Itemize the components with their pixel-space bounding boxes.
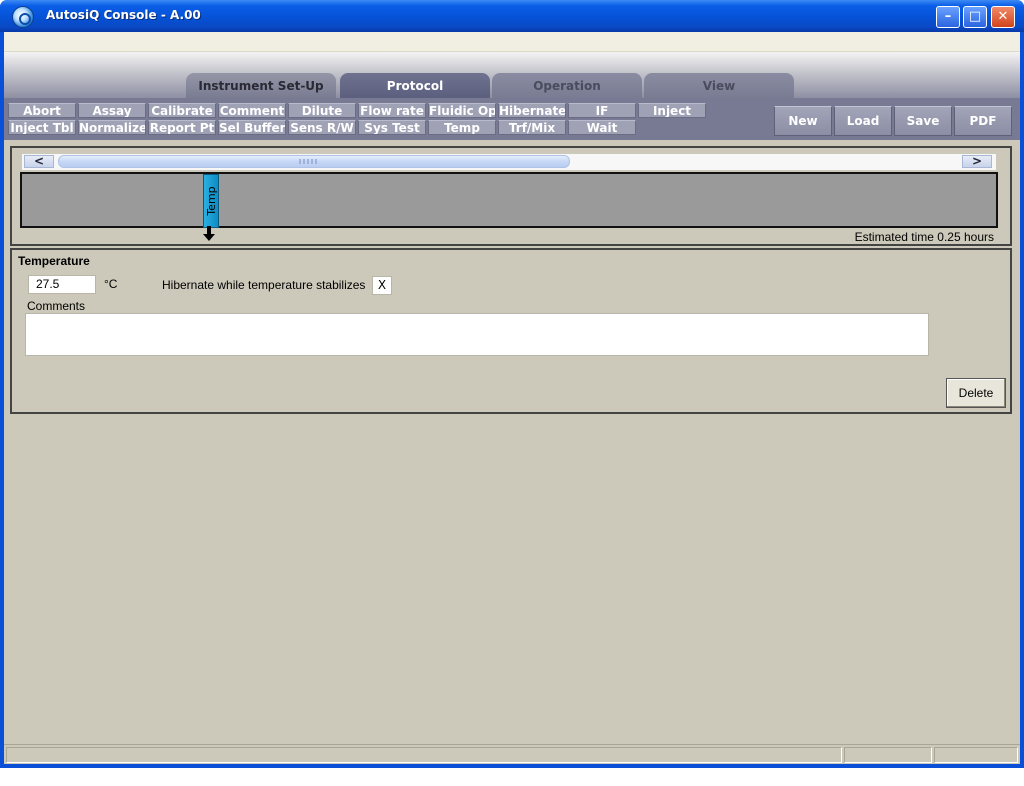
hibernate-label: Hibernate while temperature stabilizes <box>162 278 366 292</box>
tab-operation[interactable]: Operation <box>492 73 642 100</box>
command-bar: Abort Assay Calibrate Comment Dilute Flo… <box>4 98 1020 140</box>
new-button[interactable]: New <box>774 106 832 136</box>
tab-instrument-setup[interactable]: Instrument Set-Up <box>186 73 336 100</box>
hibernate-checkbox[interactable]: X <box>372 276 392 295</box>
tab-bar: Instrument Set-Up Protocol Operation Vie… <box>4 52 1020 100</box>
cmd-report-pt-button[interactable]: Report Pt <box>148 120 216 135</box>
cmd-calibrate-button[interactable]: Calibrate <box>148 103 216 118</box>
position-marker-arrow-icon <box>203 226 217 242</box>
tab-protocol[interactable]: Protocol <box>340 73 490 100</box>
menu-strip <box>4 32 1020 52</box>
thumb-grip-icon <box>299 159 319 164</box>
cmd-temp-button[interactable]: Temp <box>428 120 496 135</box>
close-button[interactable]: ✕ <box>991 6 1015 28</box>
timeline-step-temp[interactable]: Temp <box>203 174 219 228</box>
cmd-abort-button[interactable]: Abort <box>8 103 76 118</box>
tab-view[interactable]: View <box>644 73 794 100</box>
minimize-button[interactable]: – <box>936 6 960 28</box>
cmd-inject-button[interactable]: Inject <box>638 103 706 118</box>
comments-field[interactable] <box>25 313 929 356</box>
timeline-step-label: Temp <box>205 186 218 216</box>
app-window: AutosiQ Console - A.00 – □ ✕ Instrument … <box>0 0 1024 768</box>
cmd-normalize-button[interactable]: Normalize <box>78 120 146 135</box>
panel-title: Temperature <box>18 254 90 268</box>
status-cell-main <box>6 747 842 763</box>
cmd-hibernate-button[interactable]: Hibernate <box>498 103 566 118</box>
cmd-sens-rw-button[interactable]: Sens R/W <box>288 120 356 135</box>
step-detail-panel: Temperature 27.5 °C Hibernate while temp… <box>10 248 1012 414</box>
status-bar <box>4 744 1020 764</box>
timeline-panel: < > Temp Estimated time 0.25 hours <box>10 146 1012 246</box>
cmd-wait-button[interactable]: Wait <box>568 120 636 135</box>
status-cell-2 <box>844 747 932 763</box>
cmd-sel-buffer-button[interactable]: Sel Buffer <box>218 120 286 135</box>
save-button[interactable]: Save <box>894 106 952 136</box>
temperature-input[interactable]: 27.5 <box>28 275 96 294</box>
cmd-dilute-button[interactable]: Dilute <box>288 103 356 118</box>
cmd-sys-test-button[interactable]: Sys Test <box>358 120 426 135</box>
cmd-fluidic-op-button[interactable]: Fluidic Op <box>428 103 496 118</box>
title-bar[interactable]: AutosiQ Console - A.00 – □ ✕ <box>0 0 1024 32</box>
cmd-if-button[interactable]: IF <box>568 103 636 118</box>
window-title: AutosiQ Console - A.00 <box>46 8 201 22</box>
maximize-button[interactable]: □ <box>963 6 987 28</box>
estimated-time: Estimated time 0.25 hours <box>854 230 994 244</box>
scroll-thumb[interactable] <box>58 155 570 168</box>
scroll-left-button[interactable]: < <box>24 155 54 168</box>
load-button[interactable]: Load <box>834 106 892 136</box>
cmd-comment-button[interactable]: Comment <box>218 103 286 118</box>
pdf-button[interactable]: PDF <box>954 106 1012 136</box>
protocol-timeline[interactable]: Temp <box>20 172 998 228</box>
cmd-assay-button[interactable]: Assay <box>78 103 146 118</box>
cmd-flow-rate-button[interactable]: Flow rate <box>358 103 426 118</box>
status-cell-3 <box>934 747 1018 763</box>
delete-button[interactable]: Delete <box>946 378 1006 408</box>
scroll-right-button[interactable]: > <box>962 155 992 168</box>
cmd-inject-tbl-button[interactable]: Inject Tbl <box>8 120 76 135</box>
app-logo-icon <box>12 6 34 28</box>
cmd-trf-mix-button[interactable]: Trf/Mix <box>498 120 566 135</box>
temperature-unit: °C <box>104 277 118 291</box>
client-area: Instrument Set-Up Protocol Operation Vie… <box>4 32 1020 764</box>
comments-label: Comments <box>27 299 86 313</box>
timeline-scrollbar[interactable]: < > <box>22 154 996 170</box>
